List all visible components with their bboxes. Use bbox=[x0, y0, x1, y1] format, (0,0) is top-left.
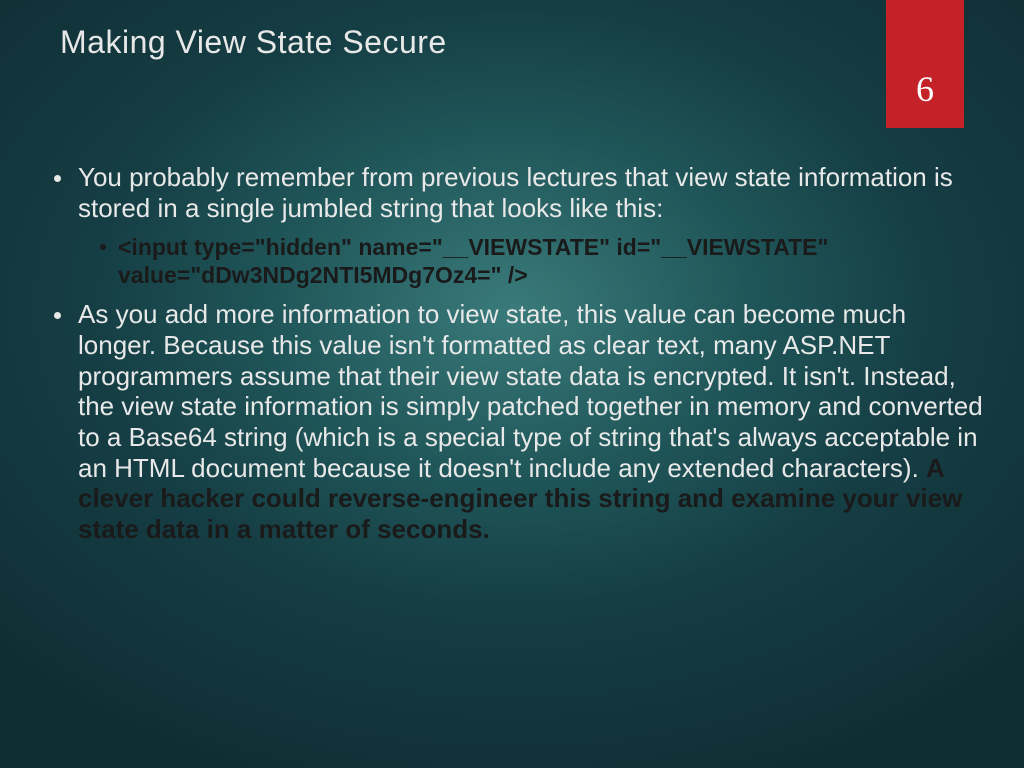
page-number: 6 bbox=[916, 68, 934, 110]
bullet-explain-light: As you add more information to view stat… bbox=[78, 299, 983, 482]
bullet-intro: You probably remember from previous lect… bbox=[40, 162, 984, 289]
bullet-intro-text: You probably remember from previous lect… bbox=[78, 162, 953, 223]
slide-title: Making View State Secure bbox=[60, 24, 447, 61]
bullet-explain: As you add more information to view stat… bbox=[40, 299, 984, 544]
code-snippet: <input type="hidden" name="__VIEWSTATE" … bbox=[78, 233, 984, 289]
slide-body: You probably remember from previous lect… bbox=[40, 162, 984, 555]
page-ribbon: 6 bbox=[886, 0, 964, 128]
